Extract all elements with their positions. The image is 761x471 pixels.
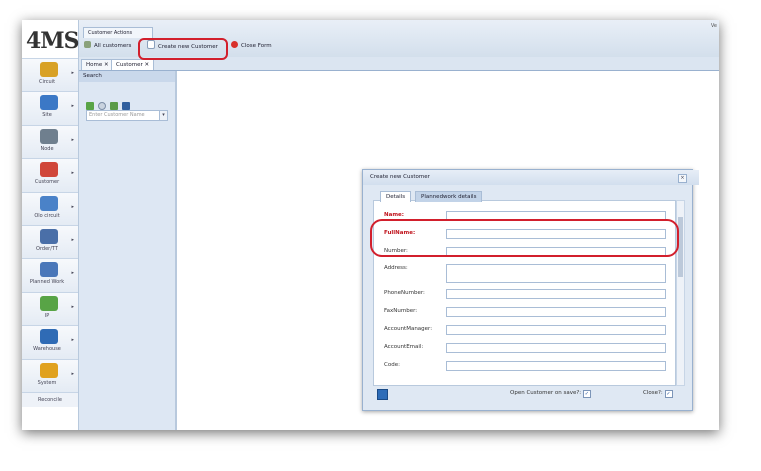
form-input[interactable]	[446, 325, 666, 335]
search-panel-header: Search	[79, 71, 175, 82]
form-label: PhoneNumber:	[384, 290, 425, 296]
circuit-icon	[40, 62, 58, 77]
search-panel: Search Enter Customer Name ▾	[79, 71, 176, 430]
nav-item[interactable]: IP ▸	[22, 291, 78, 326]
form-label: FaxNumber:	[384, 308, 418, 314]
pencil-icon	[84, 41, 91, 48]
nav-list: Circuit ▸ Site ▸ Node ▸ Customer ▸ Olo circuit ▸ O…	[22, 58, 78, 407]
app-window: 4MS Circuit ▸ Site ▸ Node ▸ Customer ▸ Olo circu…	[22, 20, 719, 430]
binoculars-icon[interactable]	[122, 102, 130, 110]
nav-item-reconcile[interactable]: Reconcile	[22, 391, 78, 407]
create-customer-dialog: Create new Customer × Details Plannedwor…	[362, 169, 699, 411]
form-input[interactable]	[446, 264, 666, 283]
form-label: AccountEmail:	[384, 344, 424, 350]
toolbar-group-title: Customer Actions	[83, 27, 153, 38]
nav-item-label: Node	[40, 145, 54, 152]
tab-customer-label: Customer	[116, 62, 143, 68]
nav-item[interactable]: Order/TT ▸	[22, 224, 78, 259]
close-form-button[interactable]: Close Form	[231, 40, 272, 52]
customer-icon	[40, 162, 58, 178]
nav-item[interactable]: Site ▸	[22, 91, 78, 125]
chevron-right-icon: ▸	[71, 170, 74, 177]
olo-circuit-icon	[40, 195, 58, 211]
nav-item-label: Circuit	[38, 79, 56, 85]
close-circle-icon	[231, 41, 238, 48]
ip-icon	[40, 295, 58, 311]
form-input[interactable]	[446, 307, 666, 317]
form-input[interactable]	[446, 343, 666, 353]
close-form-label: Close Form	[241, 43, 272, 49]
site-icon	[40, 95, 58, 111]
nav-item-label: Order/TT	[36, 245, 58, 252]
chevron-right-icon: ▸	[71, 236, 74, 243]
dialog-title: Create new Customer	[363, 170, 699, 185]
customer-search-input[interactable]: Enter Customer Name	[86, 110, 160, 121]
open-on-save-checkbox[interactable]: ✓	[582, 390, 591, 398]
planned-work-icon	[40, 262, 58, 278]
highlight-create-button	[138, 38, 228, 60]
nav-item-label: Warehouse	[33, 346, 61, 353]
order-icon	[40, 228, 58, 244]
all-customers-label: All customers	[94, 43, 132, 49]
form-label: Name:	[384, 212, 404, 218]
nav-item[interactable]: Warehouse ▸	[22, 325, 78, 359]
nav-item[interactable]: Olo circuit ▸	[22, 191, 78, 225]
node-icon	[40, 128, 58, 144]
chevron-right-icon: ▸	[71, 303, 74, 310]
left-nav: 4MS Circuit ▸ Site ▸ Node ▸ Customer ▸ Olo circu…	[22, 20, 80, 430]
chevron-right-icon: ▸	[71, 337, 74, 344]
form-input[interactable]	[446, 289, 666, 299]
open-on-save-label: Open Customer on save?:	[510, 390, 582, 396]
chevron-right-icon: ▸	[71, 270, 74, 277]
close-icon[interactable]: ✕	[144, 62, 149, 68]
nav-item[interactable]: Planned Work ▸	[22, 258, 78, 292]
form-label: Address:	[384, 265, 408, 271]
all-customers-button[interactable]: All customers	[84, 40, 131, 52]
chevron-right-icon: ▸	[71, 136, 74, 143]
tab-home[interactable]: Home ✕	[81, 59, 114, 70]
tab-details[interactable]: Details	[380, 191, 412, 202]
nav-item-label: System	[37, 379, 57, 386]
close-checkbox[interactable]: ✓	[664, 390, 673, 398]
chevron-right-icon: ▸	[71, 203, 74, 210]
close-option: Close?: ✓	[643, 390, 673, 398]
close-icon[interactable]: ✕	[104, 62, 109, 68]
form-label: AccountManager:	[384, 326, 433, 332]
nav-item-label: Planned Work	[29, 279, 65, 286]
nav-item-label: Olo circuit	[34, 212, 60, 219]
export-icon[interactable]	[110, 102, 118, 110]
nav-item-label: Site	[42, 112, 52, 119]
system-icon	[40, 362, 58, 378]
refresh-icon[interactable]	[98, 102, 106, 110]
form-label: Code:	[384, 362, 400, 368]
add-icon[interactable]	[86, 102, 94, 110]
chevron-right-icon: ▸	[71, 370, 74, 377]
app-logo: 4MS	[26, 28, 80, 54]
panel-splitter[interactable]	[176, 71, 177, 430]
nav-item-label: Customer	[34, 179, 60, 186]
dialog-close-icon[interactable]: ×	[678, 174, 687, 183]
version-label: Ve	[710, 23, 717, 29]
highlight-required-fields	[370, 219, 679, 257]
nav-item[interactable]: Circuit ▸	[22, 58, 78, 92]
nav-item-label: IP	[44, 312, 50, 319]
form-input[interactable]	[446, 361, 666, 371]
nav-item[interactable]: Node ▸	[22, 124, 78, 159]
open-on-save-option: Open Customer on save?: ✓	[510, 390, 591, 398]
close-option-label: Close?:	[643, 390, 663, 396]
chevron-right-icon: ▸	[71, 103, 74, 110]
chevron-down-icon[interactable]: ▾	[159, 110, 168, 121]
tab-home-label: Home	[86, 62, 103, 68]
save-icon[interactable]	[377, 389, 388, 400]
tab-plannedwork-details[interactable]: Plannedwork details	[415, 191, 483, 202]
tab-customer[interactable]: Customer ✕	[111, 59, 155, 70]
nav-item[interactable]: Customer ▸	[22, 158, 78, 192]
warehouse-icon	[40, 329, 58, 345]
nav-item[interactable]: System ▸	[22, 358, 78, 392]
chevron-right-icon: ▸	[71, 70, 74, 76]
